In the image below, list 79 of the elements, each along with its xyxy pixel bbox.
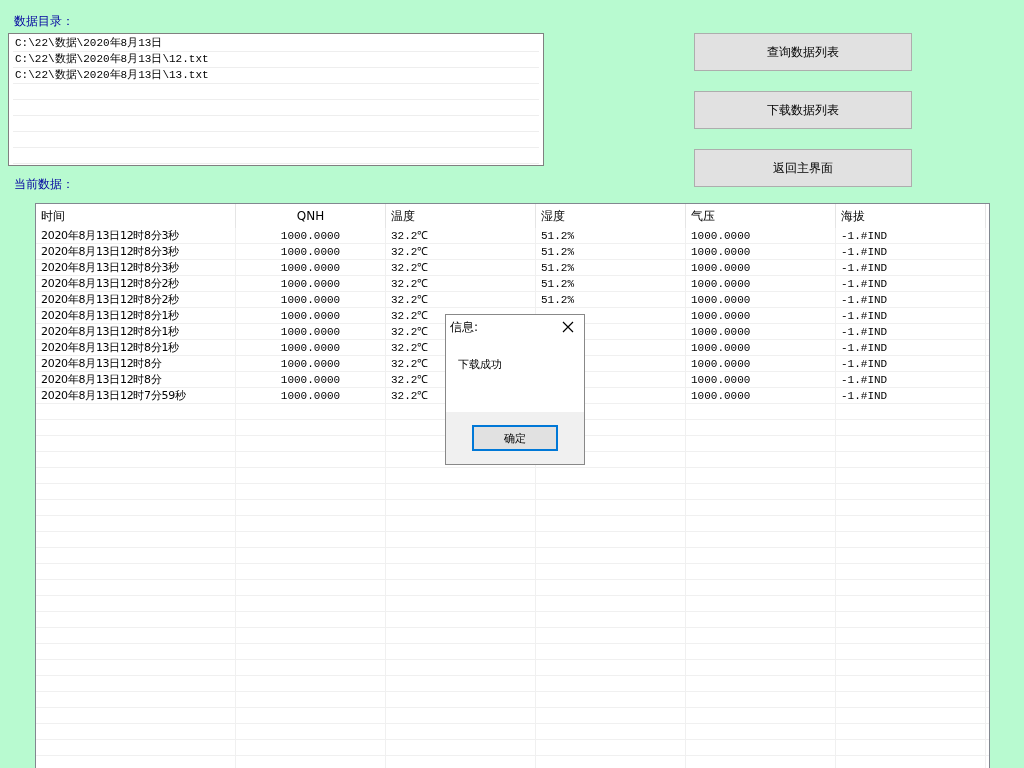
table-cell: 32.2℃ [391,342,429,354]
column-header[interactable]: 气压 [686,204,836,228]
section-label: 数据目录： [14,13,75,30]
table-cell: 2020年8月13日12时8分3秒 [41,229,179,242]
table-cell: 1000.0000 [691,310,751,322]
directory-item[interactable]: C:\22\数据\2020年8月13日 [13,36,539,52]
table-cell: -1.#IND [841,246,888,258]
table-cell: 1000.0000 [280,342,341,354]
table-cell: 2020年8月13日12时8分2秒 [41,293,179,306]
column-header[interactable]: QNH [236,204,386,228]
table-cell: 32.2℃ [391,326,429,338]
action-button[interactable]: 下载数据列表 [694,91,912,129]
table-cell: 2020年8月13日12时8分 [41,357,162,370]
table-cell: 1000.0000 [691,294,751,306]
table-cell: -1.#IND [841,374,888,386]
action-button[interactable]: 查询数据列表 [694,33,912,71]
table-cell: -1.#IND [841,262,888,274]
table-cell: 1000.0000 [691,374,751,386]
table-cell: 51.2% [541,262,574,274]
table-cell: 32.2℃ [391,390,429,402]
table-cell: 32.2℃ [391,294,429,306]
table-cell: 1000.0000 [280,374,341,386]
table-cell: 1000.0000 [691,278,751,290]
table-cell: 32.2℃ [391,278,429,290]
table-cell: 51.2% [541,294,574,306]
column-header[interactable]: 温度 [386,204,536,228]
table-cell: 1000.0000 [280,294,341,306]
directory-item[interactable]: C:\22\数据\2020年8月13日\13.txt [13,68,539,84]
table-cell: 1000.0000 [280,230,341,242]
table-cell: 51.2% [541,278,574,290]
table-cell: 32.2℃ [391,374,429,386]
table-cell: 2020年8月13日12时8分1秒 [41,341,179,354]
table-cell: 32.2℃ [391,262,429,274]
table-cell: -1.#IND [841,326,888,338]
table-cell: -1.#IND [841,358,888,370]
table-cell: 2020年8月13日12时8分3秒 [41,261,179,274]
table-cell: -1.#IND [841,310,888,322]
table-cell: 32.2℃ [391,310,429,322]
directory-list[interactable]: C:\22\数据\2020年8月13日 C:\22\数据\2020年8月13日\12.txt C:\22\数据\2020年8月13日\13.txt [8,33,544,166]
table-cell: 32.2℃ [391,230,429,242]
table-cell: 1000.0000 [691,246,751,258]
table-cell: 1000.0000 [280,390,341,402]
table-cell: 2020年8月13日12时8分1秒 [41,325,179,338]
table-cell: 1000.0000 [280,278,341,290]
table-cell: -1.#IND [841,390,888,402]
table-cell: 1000.0000 [280,262,341,274]
table-cell: 2020年8月13日12时8分 [41,373,162,386]
table-cell: 1000.0000 [691,342,751,354]
table-cell: 32.2℃ [391,358,429,370]
table-cell: 32.2℃ [391,246,429,258]
table-cell: 1000.0000 [280,246,341,258]
table-cell: -1.#IND [841,230,888,242]
table-cell: 1000.0000 [691,358,751,370]
column-header[interactable]: 海拔 [836,204,986,228]
close-icon[interactable] [562,321,574,333]
table-cell: 2020年8月13日12时8分3秒 [41,245,179,258]
table-cell: 1000.0000 [280,358,341,370]
column-header[interactable]: 时间 [36,204,236,228]
dialog-title: 信息: [450,318,479,336]
dialog-message: 下载成功 [458,358,502,371]
table-cell: 1000.0000 [691,262,751,274]
table-cell: 1000.0000 [691,390,751,402]
table-cell: 51.2% [541,246,574,258]
table-cell: -1.#IND [841,342,888,354]
table-cell: -1.#IND [841,294,888,306]
table-cell: 1000.0000 [691,326,751,338]
table-cell: 2020年8月13日12时8分2秒 [41,277,179,290]
table-cell: 1000.0000 [280,310,341,322]
ok-button[interactable]: 确定 [472,425,558,451]
action-button[interactable]: 返回主界面 [694,149,912,187]
directory-item[interactable]: C:\22\数据\2020年8月13日\12.txt [13,52,539,68]
section-label: 当前数据： [14,176,75,193]
table-cell: 51.2% [541,230,574,242]
table-cell: 2020年8月13日12时8分1秒 [41,309,179,322]
table-cell: 1000.0000 [280,326,341,338]
table-cell: 1000.0000 [691,230,751,242]
table-cell: 2020年8月13日12时7分59秒 [41,389,186,402]
table-cell: -1.#IND [841,278,888,290]
column-header[interactable]: 湿度 [536,204,686,228]
